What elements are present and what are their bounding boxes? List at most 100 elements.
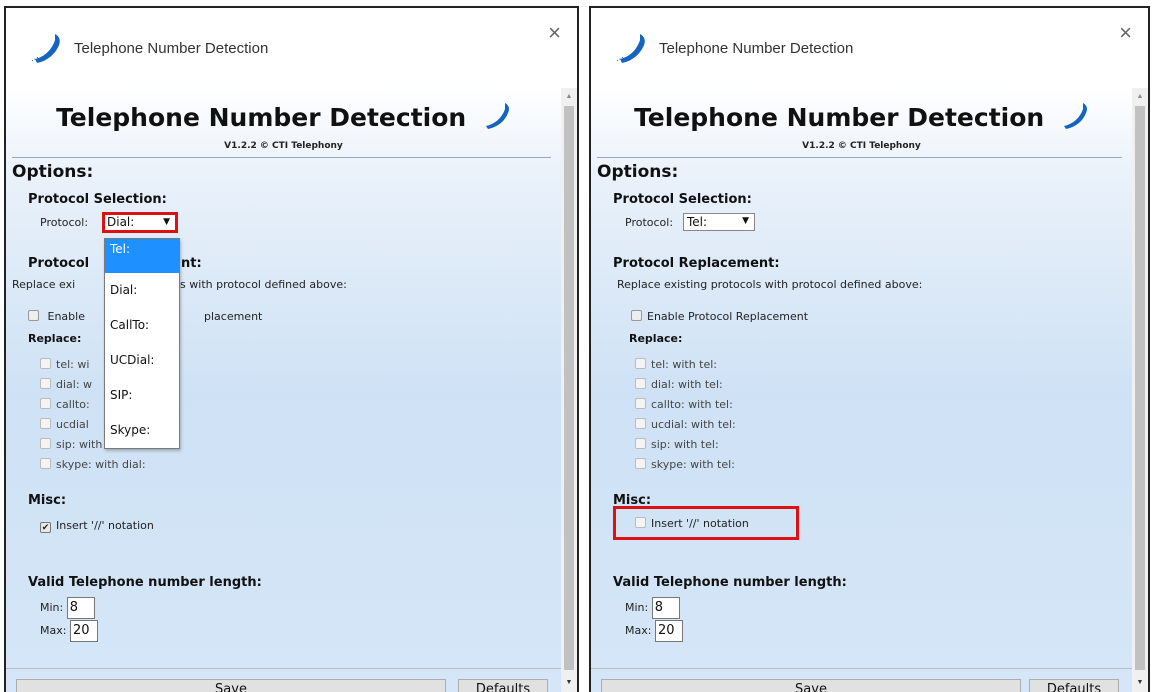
defaults-button[interactable]: Defaults bbox=[1029, 679, 1119, 692]
dropdown-arrow-icon: ▼ bbox=[163, 217, 170, 227]
window-titlebar: Telephone Number Detection × bbox=[6, 8, 577, 88]
valid-length-title: Valid Telephone number length: bbox=[28, 575, 262, 590]
options-content: Telephone Number Detection V1.2.2 © CTI … bbox=[6, 88, 561, 692]
replace-item: ucdial bbox=[40, 418, 89, 431]
checkbox-icon bbox=[40, 418, 51, 429]
dropdown-option[interactable]: Skype: bbox=[105, 413, 179, 448]
enable-replacement-checkbox[interactable] bbox=[631, 310, 642, 321]
enable-replacement-checkbox[interactable] bbox=[28, 310, 39, 321]
checkbox-icon bbox=[635, 358, 646, 369]
footer-bar: Save Defaults bbox=[591, 668, 1132, 692]
replace-description: Replace exi ls with protocol defined abo… bbox=[12, 278, 347, 291]
replace-item: sip: with tel: bbox=[635, 438, 719, 451]
misc-title: Misc: bbox=[28, 493, 67, 508]
version-text: V1.2.2 © CTI Telephony bbox=[224, 141, 343, 151]
protocol-label: Protocol: bbox=[40, 216, 89, 229]
replace-item: dial: w bbox=[40, 378, 92, 391]
phone-icon bbox=[1063, 103, 1087, 129]
page-heading: Telephone Number Detection bbox=[6, 100, 561, 132]
phone-icon bbox=[485, 103, 509, 129]
min-row: Min: 8 bbox=[40, 597, 95, 619]
max-input[interactable]: 20 bbox=[69, 620, 98, 642]
dropdown-arrow-icon: ▼ bbox=[742, 216, 749, 226]
max-label: Max: bbox=[625, 624, 652, 637]
scroll-up-icon[interactable]: ▲ bbox=[1132, 90, 1148, 104]
page-heading: Telephone Number Detection bbox=[591, 100, 1132, 132]
left-extension-window: Telephone Number Detection × Telephone N… bbox=[4, 6, 579, 692]
protocol-label: Protocol: bbox=[625, 216, 674, 229]
max-label: Max: bbox=[40, 624, 67, 637]
insert-notation-checkbox[interactable]: ✔ bbox=[40, 522, 51, 533]
checkbox-icon bbox=[40, 358, 51, 369]
checkbox-icon bbox=[40, 438, 51, 449]
options-content: Telephone Number Detection V1.2.2 © CTI … bbox=[591, 88, 1132, 692]
replace-item: skype: with dial: bbox=[40, 458, 146, 471]
max-row: Max: 20 bbox=[40, 620, 98, 642]
protocol-replacement-title: Protocol Replacement: bbox=[613, 256, 780, 271]
replace-item: tel: wi bbox=[40, 358, 89, 371]
min-input[interactable]: 8 bbox=[651, 597, 680, 619]
replace-title: Replace: bbox=[28, 332, 82, 345]
right-extension-window: Telephone Number Detection × Telephone N… bbox=[589, 6, 1150, 692]
protocol-dropdown-list: Tel: Dial: CallTo: UCDial: SIP: Skype: bbox=[104, 238, 180, 449]
enable-replacement-row[interactable]: Enable placement bbox=[28, 310, 428, 323]
valid-length-title: Valid Telephone number length: bbox=[613, 575, 847, 590]
window-title: Telephone Number Detection bbox=[659, 40, 854, 57]
divider bbox=[12, 157, 551, 158]
window-titlebar: Telephone Number Detection × bbox=[591, 8, 1148, 88]
scrollbar[interactable]: ▲ ▼ bbox=[561, 88, 577, 692]
checkbox-icon bbox=[635, 378, 646, 389]
dropdown-option[interactable]: Tel: bbox=[105, 239, 179, 273]
phone-icon bbox=[31, 34, 60, 63]
protocol-select[interactable]: Dial: ▼ bbox=[102, 212, 178, 233]
replace-item: dial: with tel: bbox=[635, 378, 723, 391]
scrollbar-thumb[interactable] bbox=[1135, 106, 1145, 670]
replace-item: skype: with tel: bbox=[635, 458, 735, 471]
page-heading-text: Telephone Number Detection bbox=[634, 103, 1045, 132]
options-title: Options: bbox=[597, 162, 679, 182]
protocol-selection-title: Protocol Selection: bbox=[613, 192, 752, 207]
checkbox-icon bbox=[40, 378, 51, 389]
insert-notation-row[interactable]: ✔ Insert '//' notation bbox=[40, 519, 154, 533]
dropdown-option[interactable]: CallTo: bbox=[105, 308, 179, 343]
dropdown-option[interactable]: SIP: bbox=[105, 378, 179, 413]
scroll-down-icon[interactable]: ▼ bbox=[561, 676, 577, 690]
max-input[interactable]: 20 bbox=[654, 620, 683, 642]
protocol-select[interactable]: Tel: ▼ bbox=[683, 213, 755, 231]
close-icon[interactable]: × bbox=[1119, 22, 1132, 44]
checkbox-icon bbox=[40, 398, 51, 409]
protocol-selection-title: Protocol Selection: bbox=[28, 192, 167, 207]
min-row: Min: 8 bbox=[625, 597, 680, 619]
dropdown-option[interactable]: Dial: bbox=[105, 273, 179, 308]
defaults-button[interactable]: Defaults bbox=[458, 679, 548, 692]
divider bbox=[597, 157, 1122, 158]
scroll-down-icon[interactable]: ▼ bbox=[1132, 676, 1148, 690]
protocol-replacement-title: Protocol nt: bbox=[28, 256, 202, 271]
min-input[interactable]: 8 bbox=[66, 597, 95, 619]
highlight-box bbox=[613, 506, 799, 540]
scrollbar[interactable]: ▲ ▼ bbox=[1132, 88, 1148, 692]
save-button[interactable]: Save bbox=[601, 679, 1021, 692]
protocol-select-value: Tel: bbox=[687, 215, 708, 229]
window-title: Telephone Number Detection bbox=[74, 40, 269, 57]
max-row: Max: 20 bbox=[625, 620, 683, 642]
checkbox-icon bbox=[635, 398, 646, 409]
replace-item: callto: bbox=[40, 398, 90, 411]
checkbox-icon bbox=[635, 458, 646, 469]
options-title: Options: bbox=[12, 162, 94, 182]
checkbox-icon bbox=[635, 418, 646, 429]
dropdown-option[interactable]: UCDial: bbox=[105, 343, 179, 378]
save-button[interactable]: Save bbox=[16, 679, 446, 692]
phone-icon bbox=[616, 34, 645, 63]
scroll-up-icon[interactable]: ▲ bbox=[561, 90, 577, 104]
page-heading-text: Telephone Number Detection bbox=[56, 103, 467, 132]
enable-replacement-row[interactable]: Enable Protocol Replacement bbox=[631, 310, 808, 323]
replace-item: ucdial: with tel: bbox=[635, 418, 736, 431]
scrollbar-thumb[interactable] bbox=[564, 106, 574, 670]
version-text: V1.2.2 © CTI Telephony bbox=[802, 141, 921, 151]
min-label: Min: bbox=[625, 601, 649, 614]
close-icon[interactable]: × bbox=[548, 22, 561, 44]
replace-title: Replace: bbox=[629, 332, 683, 345]
protocol-select-value: Dial: bbox=[107, 215, 135, 229]
replace-item: callto: with tel: bbox=[635, 398, 733, 411]
